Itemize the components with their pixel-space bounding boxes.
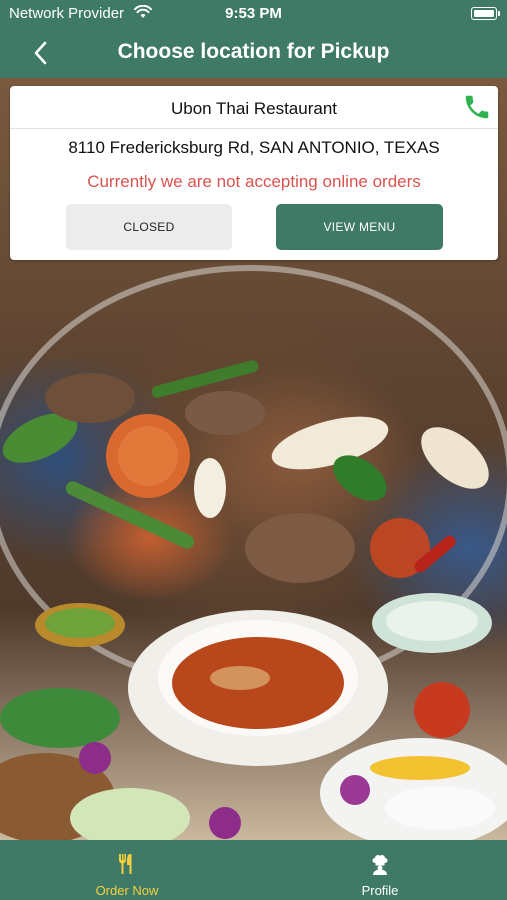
status-bar: Network Provider 9:53 PM bbox=[0, 0, 507, 28]
view-menu-button[interactable]: VIEW MENU bbox=[276, 204, 443, 250]
tab-order-now[interactable]: Order Now bbox=[27, 840, 227, 900]
page-title: Choose location for Pickup bbox=[117, 40, 390, 63]
tab-profile-label: Profile bbox=[361, 883, 399, 898]
fork-knife-icon bbox=[119, 854, 132, 874]
ordering-notice: Currently we are not accepting online or… bbox=[87, 172, 421, 191]
tab-bar: Order Now Profile bbox=[0, 840, 507, 900]
chef-icon bbox=[372, 855, 388, 875]
tab-order-now-label: Order Now bbox=[95, 883, 159, 898]
battery-icon bbox=[471, 7, 500, 20]
nav-bar: Choose location for Pickup bbox=[0, 28, 507, 78]
restaurant-name: Ubon Thai Restaurant bbox=[170, 99, 337, 118]
tab-profile[interactable]: Profile bbox=[280, 840, 480, 900]
card-divider bbox=[10, 128, 498, 129]
restaurant-address: 8110 Fredericksburg Rd, SAN ANTONIO, TEX… bbox=[68, 138, 440, 157]
phone-icon[interactable] bbox=[462, 92, 492, 122]
closed-button[interactable]: CLOSED bbox=[66, 204, 232, 250]
clock: 9:53 PM bbox=[225, 5, 282, 22]
restaurant-card: Ubon Thai Restaurant 8110 Fredericksburg… bbox=[10, 86, 498, 260]
